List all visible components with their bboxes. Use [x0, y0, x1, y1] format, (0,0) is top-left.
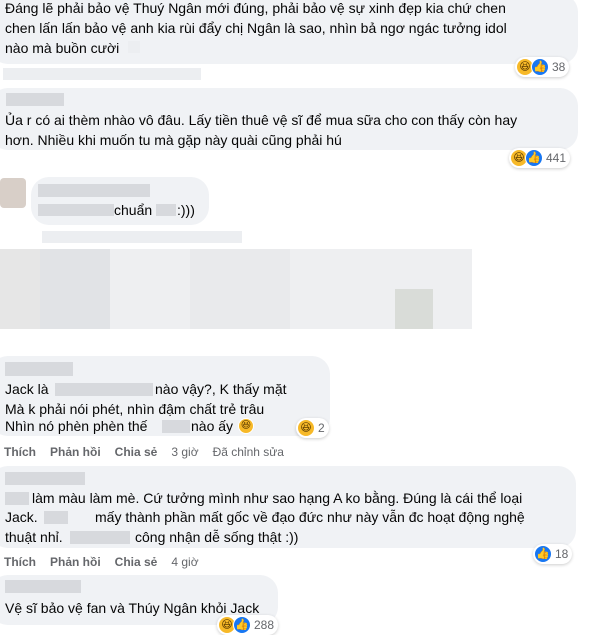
- edited-label[interactable]: Đã chỉnh sửa: [213, 445, 284, 459]
- redacted-image: [0, 249, 472, 329]
- redacted-actions-1: [3, 68, 201, 80]
- redacted-author-name-4: [5, 362, 73, 376]
- comment-1-line-1: Đáng lẽ phải bảo vệ Thuý Ngân mới đúng, …: [5, 0, 506, 16]
- comment-5-line-1: làm màu làm mè. Cứ tưởng mình như sao hạ…: [32, 490, 523, 506]
- redacted-text-4a: [55, 383, 153, 396]
- reaction-count-6: 288: [254, 618, 275, 632]
- thumbs-up-icon: 👍: [233, 616, 251, 634]
- thumbs-up-icon: 👍: [525, 149, 543, 167]
- avatar[interactable]: [0, 178, 26, 208]
- haha-emoji-icon: 😆: [238, 418, 254, 434]
- like-link[interactable]: Thích: [4, 555, 36, 569]
- comment-4-line-1b: nào vậy?, K thấy mặt: [155, 381, 287, 397]
- comment-5-line-2b: mấy thành phần mất gốc về đạo đức như nà…: [95, 509, 525, 525]
- comment-5-line-2a: Jack.: [5, 509, 38, 525]
- comment-3-word-2: :))): [177, 202, 195, 218]
- comment-2-line-2: hơn. Nhiều khi muốn tu mà gặp này quài c…: [5, 132, 342, 148]
- redacted-image-block: [395, 289, 433, 329]
- reaction-summary-5[interactable]: 👍 18: [533, 544, 573, 564]
- redacted-author-name-3: [38, 184, 150, 197]
- reaction-summary-1[interactable]: 😆 👍 38: [515, 57, 570, 77]
- redacted-text-5b: [44, 511, 68, 524]
- haha-emoji-icon: 😆: [297, 419, 315, 437]
- redacted-actions-3: [42, 231, 242, 243]
- reply-link[interactable]: Phản hồi: [50, 555, 101, 569]
- redacted-author-name-2: [6, 93, 64, 106]
- reaction-count-5: 18: [555, 547, 569, 561]
- comment-6-line-1: Vệ sĩ bảo vệ fan và Thúy Ngân khỏi Jack: [5, 600, 260, 616]
- redacted-author-name-5: [5, 472, 85, 485]
- comment-2-line-1: Ủa r có ai thèm nhào vô đâu. Lấy tiền th…: [5, 112, 518, 128]
- redacted-image-block: [0, 249, 40, 329]
- comment-4-line-3a: Nhìn nó phèn phèn thế: [5, 418, 148, 434]
- redacted-author-name-6: [5, 580, 81, 593]
- comment-1-line-3: nào mà buồn cười: [5, 40, 120, 56]
- redacted-emoji: [128, 41, 140, 53]
- timestamp[interactable]: 3 giờ: [171, 445, 198, 459]
- share-link[interactable]: Chia sẻ: [115, 445, 158, 459]
- reaction-count-4: 2: [318, 421, 325, 435]
- thumbs-up-icon: 👍: [534, 545, 552, 563]
- redacted-image-block: [190, 249, 290, 329]
- comment-5-line-3a: thuật nhỉ.: [5, 529, 63, 545]
- reply-link[interactable]: Phản hồi: [50, 445, 101, 459]
- redacted-text-4b: [162, 420, 190, 433]
- reaction-summary-6[interactable]: 😆 👍 288: [217, 615, 279, 635]
- reaction-summary-4[interactable]: 😆 2: [296, 418, 329, 438]
- comment-1-line-2: chen lấn lấn bảo vệ anh kia rùi đẩy chị …: [5, 20, 507, 36]
- like-link[interactable]: Thích: [4, 445, 36, 459]
- comment-actions-4: Thích Phản hồi Chia sẻ 3 giờ Đã chỉnh sử…: [4, 445, 284, 459]
- redacted-text-3a: [38, 204, 114, 216]
- share-link[interactable]: Chia sẻ: [115, 555, 158, 569]
- redacted-text-5c: [70, 531, 130, 544]
- thumbs-up-icon: 👍: [531, 58, 549, 76]
- timestamp[interactable]: 4 giờ: [171, 555, 198, 569]
- comment-5-line-3b: công nhận dễ sống thật :)): [135, 529, 299, 545]
- comment-4-line-1a: Jack là: [5, 381, 49, 397]
- reaction-summary-2[interactable]: 😆 👍 441: [509, 148, 571, 168]
- comment-4-line-3b: nào ấy: [191, 418, 234, 434]
- redacted-text-3b: [156, 204, 176, 216]
- reaction-count-2: 441: [546, 151, 567, 165]
- reaction-count-1: 38: [552, 60, 566, 74]
- redacted-image-block: [40, 249, 110, 329]
- comment-3-word-1: chuẩn: [114, 202, 153, 218]
- redacted-text-5a: [5, 492, 29, 505]
- comment-actions-5: Thích Phản hồi Chia sẻ 4 giờ: [4, 555, 199, 569]
